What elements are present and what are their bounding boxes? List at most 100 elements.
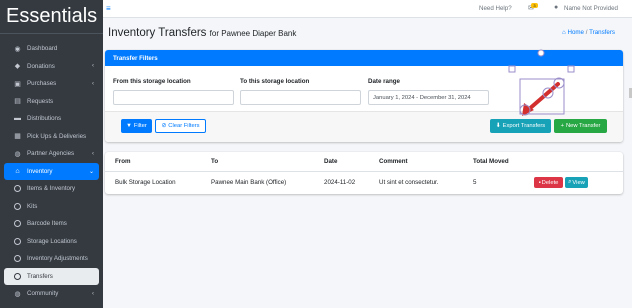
sidebar-item-label: Transfers	[27, 272, 53, 280]
sidebar-item-kits[interactable]: Kits	[4, 198, 99, 216]
sidebar-item-dashboard[interactable]: ◉ Dashboard	[4, 40, 99, 58]
column-header-date: Date	[324, 158, 338, 165]
sidebar-item-purchases[interactable]: ▣ Purchases ‹	[4, 75, 99, 93]
export-transfers-button[interactable]: ⬇ Export Transfers	[490, 119, 551, 133]
sidebar-item-requests[interactable]: ▤ Requests	[4, 93, 99, 111]
annotation-overlay	[508, 49, 575, 116]
trash-icon: ▪	[538, 179, 541, 186]
sidebar: Essentials ◉ Dashboard ◆ Donations ‹ ▣ P…	[0, 0, 103, 308]
sidebar-item-label: Kits	[27, 202, 38, 210]
donations-icon: ◆	[14, 63, 21, 71]
user-menu[interactable]: Name Not Provided	[564, 5, 618, 12]
table-divider	[105, 171, 623, 172]
dashboard-icon: ◉	[14, 45, 21, 53]
chevron-left-icon: ‹	[92, 290, 94, 297]
column-header-comment: Comment	[379, 158, 408, 165]
sidebar-item-label: Donations	[27, 62, 55, 70]
sidebar-item-label: Community	[27, 290, 59, 298]
export-transfers-label: Export Transfers	[502, 123, 546, 129]
home-icon: ⌂	[562, 29, 566, 36]
annotation-handle-right[interactable]	[567, 65, 575, 73]
sidebar-item-label: Inventory	[27, 167, 53, 175]
view-button[interactable]: ⌕ View	[565, 177, 588, 188]
sidebar-item-label: Storage Locations	[27, 237, 77, 245]
date-range-label: Date range	[368, 78, 400, 85]
help-link[interactable]: Need Help?	[479, 5, 512, 12]
sidebar-item-inventory[interactable]: ⌂ Inventory ⌄	[4, 162, 99, 180]
chevron-left-icon: ‹	[92, 63, 94, 70]
filter-button[interactable]: ▼ Filter	[121, 119, 152, 133]
page-title-text: Inventory Transfers	[108, 27, 207, 39]
clear-filters-label: Clear Filters	[168, 123, 200, 129]
column-header-to: To	[211, 158, 219, 165]
cell-from: Bulk Storage Location	[115, 179, 176, 186]
breadcrumb-current[interactable]: Transfers	[589, 29, 615, 36]
filter-icon: ▼	[126, 123, 132, 129]
clear-icon: ⊘	[161, 123, 167, 129]
new-transfer-button[interactable]: + New Transfer	[554, 119, 607, 133]
home-icon: ⌂	[15, 167, 20, 175]
sidebar-item-label: Pick Ups & Deliveries	[27, 132, 87, 140]
sidebar-item-community[interactable]: ◍ Community ‹	[4, 285, 99, 303]
to-location-label: To this storage location	[240, 78, 310, 85]
sidebar-item-label: Inventory Adjustments	[27, 255, 88, 263]
clear-filters-button[interactable]: ⊘ Clear Filters	[155, 119, 206, 133]
breadcrumb-home[interactable]: ⌂ Home	[562, 29, 584, 36]
sidebar-item-items-inventory[interactable]: Items & Inventory	[4, 180, 99, 198]
filter-button-label: Filter	[133, 123, 147, 129]
cell-date: 2024-11-02	[324, 179, 356, 186]
users-icon: ◍	[14, 150, 21, 158]
calendar-icon: ▦	[14, 133, 21, 141]
red-arrow-icon	[526, 82, 560, 112]
from-location-label: From this storage location	[113, 78, 191, 85]
column-header-from: From	[115, 158, 131, 165]
to-location-select[interactable]	[240, 90, 361, 105]
sidebar-item-transfers[interactable]: Transfers	[4, 267, 99, 285]
date-range-input[interactable]: January 1, 2024 - December 31, 2024	[368, 90, 489, 105]
sidebar-item-distributions[interactable]: ▬ Distributions	[4, 110, 99, 128]
chevron-left-icon: ‹	[92, 80, 94, 87]
community-icon: ◍	[14, 290, 21, 298]
document-icon: ▤	[14, 98, 21, 106]
sidebar-item-label: Dashboard	[27, 45, 58, 53]
plus-icon: +	[560, 123, 564, 129]
sidebar-item-inventory-adjustments[interactable]: Inventory Adjustments	[4, 250, 99, 268]
sidebar-item-label: Barcode Items	[27, 220, 67, 228]
view-button-label: View	[572, 179, 585, 186]
sidebar-item-pickups[interactable]: ▦ Pick Ups & Deliveries	[4, 128, 99, 146]
annotation-handle-top[interactable]	[537, 49, 545, 57]
sidebar-item-label: Requests	[27, 97, 54, 105]
download-icon: ⬇	[495, 123, 501, 129]
breadcrumb-separator: /	[585, 29, 588, 36]
sidebar-item-partner-agencies[interactable]: ◍ Partner Agencies ‹	[4, 145, 99, 163]
top-navbar: ≡ Need Help? ✉ 3 ● Name Not Provided	[103, 0, 632, 18]
delete-button-label: Delete	[541, 179, 559, 186]
circle-icon	[13, 185, 22, 193]
cell-total-moved: 5	[473, 179, 477, 186]
delete-button[interactable]: ▪ Delete	[534, 177, 563, 188]
annotation-handle-left[interactable]	[508, 65, 516, 73]
sidebar-nav: ◉ Dashboard ◆ Donations ‹ ▣ Purchases ‹ …	[0, 34, 103, 303]
sidebar-item-label: Purchases	[27, 80, 57, 88]
truck-icon: ▬	[14, 115, 21, 123]
breadcrumb-home-label: Home	[567, 29, 584, 36]
new-transfer-label: New Transfer	[565, 123, 601, 129]
circle-icon	[13, 220, 22, 228]
sidebar-item-label: Distributions	[27, 115, 62, 123]
sidebar-item-barcode-items[interactable]: Barcode Items	[4, 215, 99, 233]
sidebar-item-donations[interactable]: ◆ Donations ‹	[4, 58, 99, 76]
page-title: Inventory Transfers for Pawnee Diaper Ba…	[108, 27, 296, 39]
brand-logo[interactable]: Essentials	[0, 0, 103, 34]
column-header-total-moved: Total Moved	[473, 158, 509, 165]
sidebar-item-storage-locations[interactable]: Storage Locations	[4, 233, 99, 251]
chevron-down-icon: ⌄	[88, 168, 94, 175]
circle-icon	[13, 255, 22, 263]
menu-toggle-icon[interactable]: ≡	[106, 4, 111, 13]
circle-icon	[13, 202, 22, 210]
from-location-select[interactable]	[113, 90, 234, 105]
cell-to: Pawnee Main Bank (Office)	[211, 179, 287, 186]
notification-badge: 3	[531, 3, 538, 8]
cell-comment: Ut sint et consectetur.	[379, 179, 439, 186]
search-icon: ⌕	[568, 179, 572, 185]
page-subtitle: for Pawnee Diaper Bank	[209, 29, 297, 38]
